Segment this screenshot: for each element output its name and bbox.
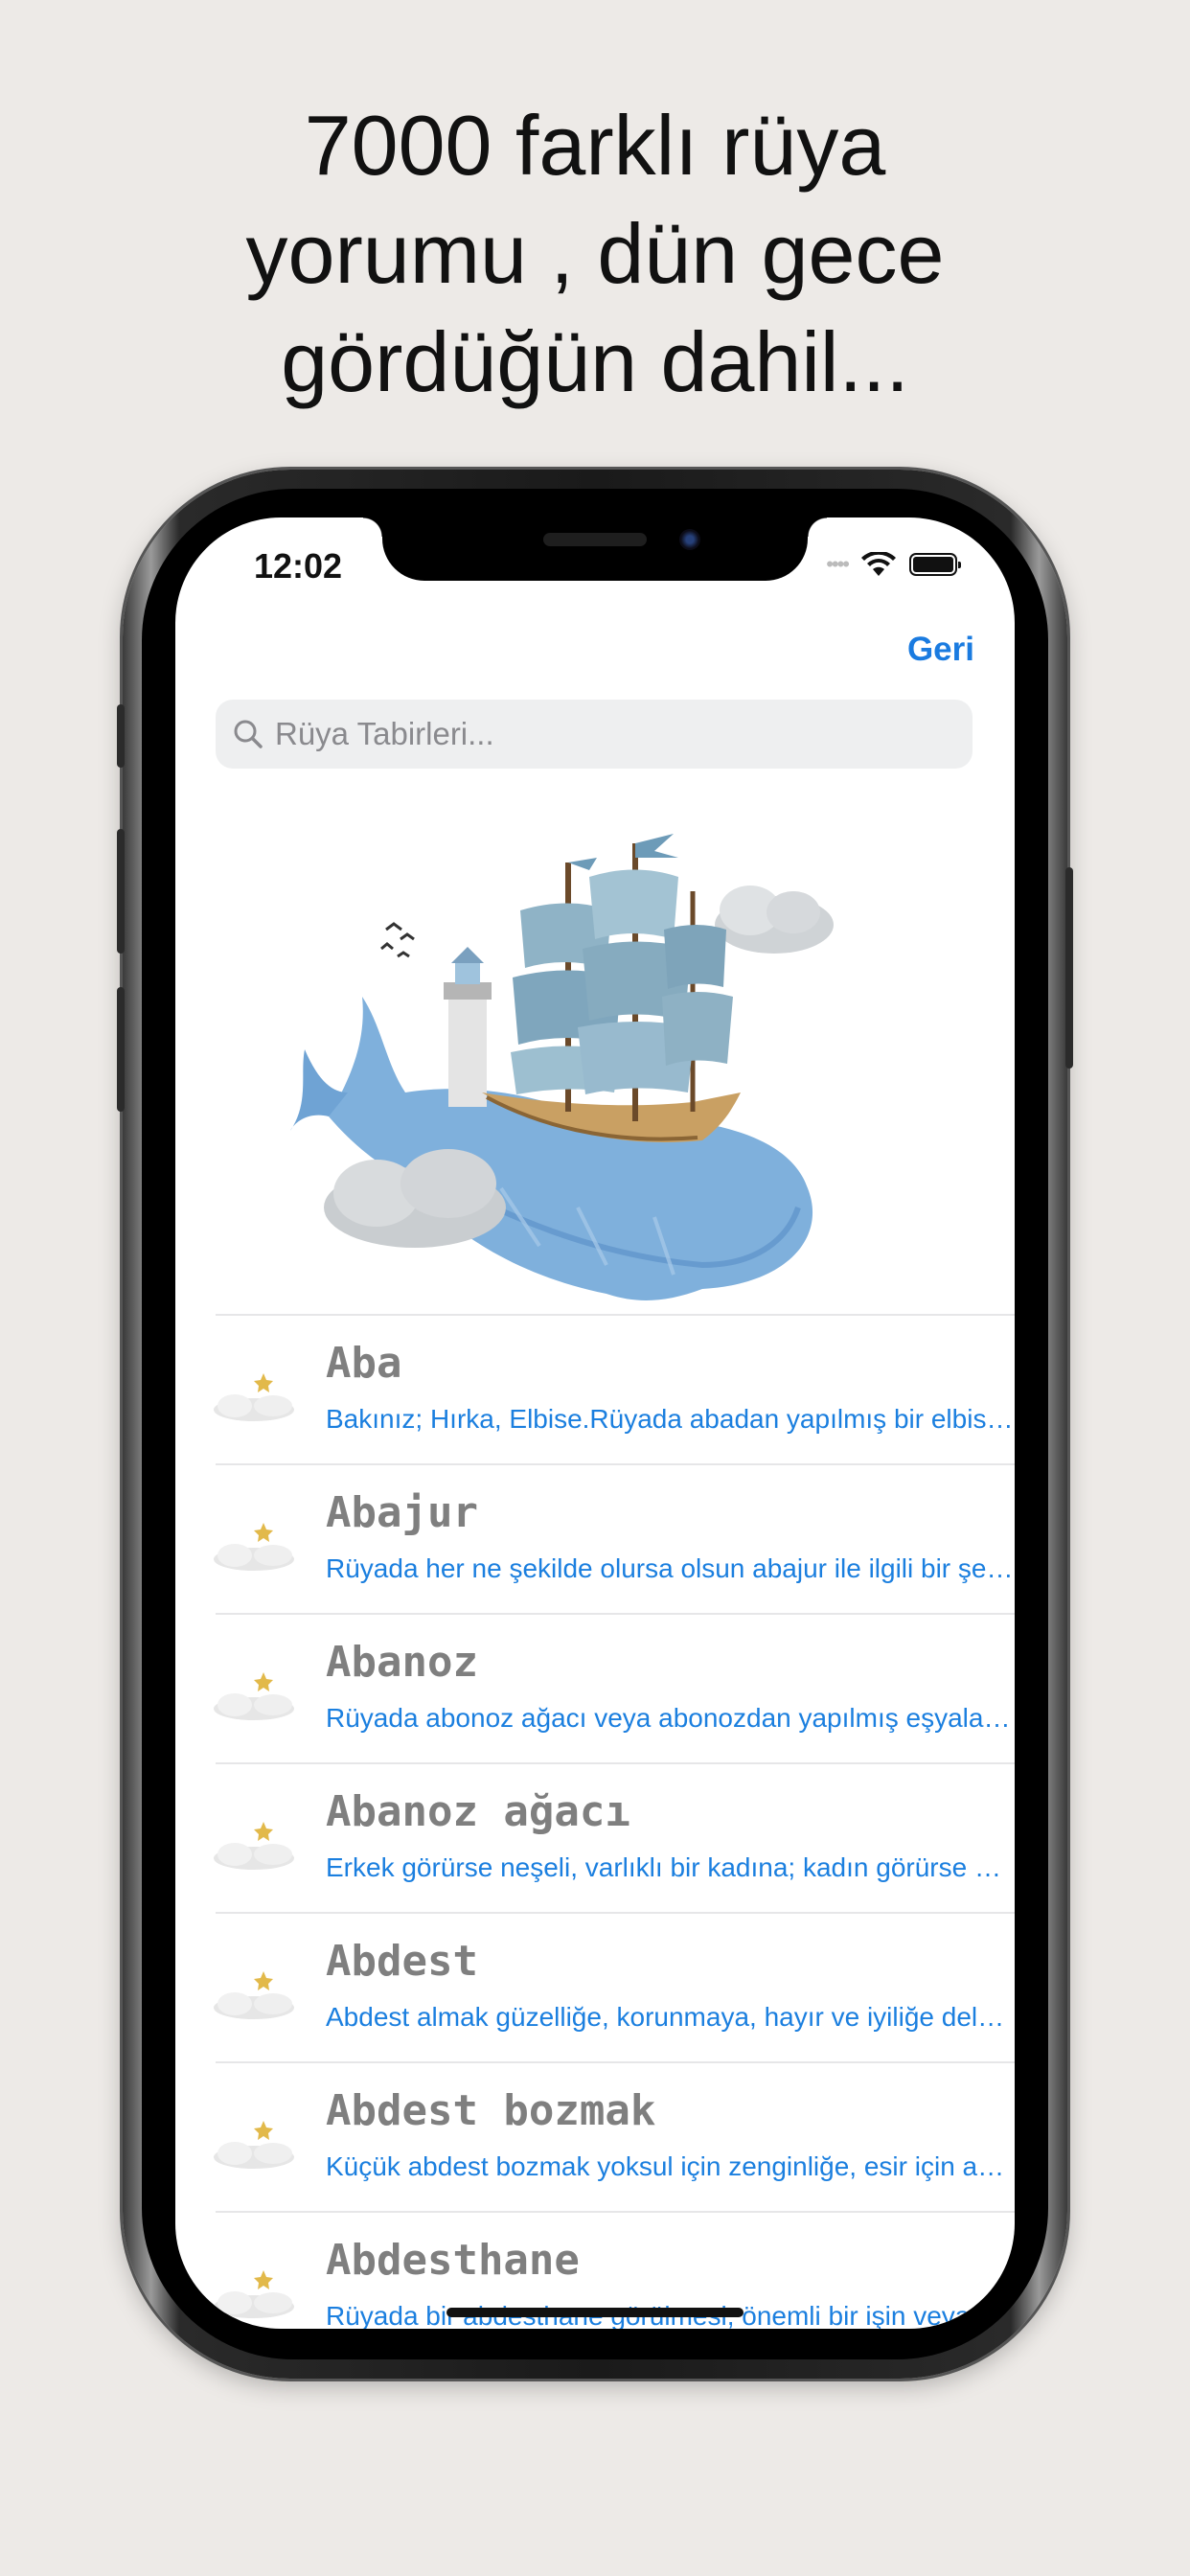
volume-down-button: [117, 987, 125, 1112]
whale-ship-illustration: [290, 832, 834, 1300]
entry-title: Abajur: [326, 1488, 478, 1537]
crescent-moon-cloud-icon: [214, 1364, 294, 1421]
entry-title: Abanoz ağacı: [326, 1787, 630, 1836]
list-item[interactable]: Aba Bakınız; Hırka, Elbise.Rüyada abadan…: [214, 1314, 1015, 1463]
entry-title: Abdest: [326, 1937, 478, 1986]
status-icons: ••••: [826, 552, 961, 577]
dream-list: Aba Bakınız; Hırka, Elbise.Rüyada abadan…: [175, 1314, 1015, 2329]
crescent-moon-cloud-icon: [214, 1812, 294, 1870]
front-camera: [679, 529, 700, 550]
crescent-moon-cloud-icon: [214, 1513, 294, 1571]
entry-snippet: Bakınız; Hırka, Elbise.Rüyada abadan yap…: [326, 1404, 1014, 1434]
search-input[interactable]: [273, 715, 948, 753]
promo-headline: 7000 farklı rüya yorumu , dün gece gördü…: [0, 91, 1190, 416]
volume-up-button: [117, 829, 125, 954]
list-item[interactable]: Abanoz Rüyada abonoz ağacı veya abonozda…: [214, 1613, 1015, 1762]
signal-icon: ••••: [826, 552, 850, 576]
crescent-moon-cloud-icon: [214, 1663, 294, 1720]
list-item[interactable]: Abajur Rüyada her ne şekilde olursa olsu…: [214, 1463, 1015, 1613]
power-button: [1065, 867, 1073, 1069]
entry-title: Aba: [326, 1339, 402, 1388]
list-item[interactable]: Abdest bozmak Küçük abdest bozmak yoksul…: [214, 2061, 1015, 2211]
speaker-grille: [543, 533, 647, 546]
back-button[interactable]: Geri: [907, 631, 974, 669]
list-item[interactable]: Abdest Abdest almak güzelliğe, korunmaya…: [214, 1912, 1015, 2061]
status-time: 12:02: [254, 546, 343, 586]
entry-snippet: Abdest almak güzelliğe, korunmaya, hayır…: [326, 2002, 1014, 2032]
battery-icon: [909, 553, 961, 576]
entry-snippet: Rüyada abonoz ağacı veya abonozdan yapıl…: [326, 1703, 1014, 1733]
crescent-moon-cloud-icon: [214, 2261, 294, 2318]
wifi-icon: [861, 552, 896, 576]
app-screen: 12:02 •••• Geri Rüya Tabirleri... Aba Ba…: [175, 518, 1015, 2329]
entry-snippet: Rüyada her ne şekilde olursa olsun abaju…: [326, 1553, 1014, 1583]
headline-line-3: gördüğün dahil...: [281, 314, 909, 409]
headline-line-2: yorumu , dün gece: [245, 206, 945, 301]
entry-snippet: Erkek görürse neşeli, varlıklı bir kadın…: [326, 1852, 1014, 1882]
search-bar[interactable]: [216, 700, 973, 769]
list-item[interactable]: Abanoz ağacı Erkek görürse neşeli, varlı…: [214, 1762, 1015, 1912]
crescent-moon-cloud-icon: [214, 2111, 294, 2169]
entry-title: Abdesthane: [326, 2236, 580, 2285]
entry-snippet: Küçük abdest bozmak yoksul için zenginli…: [326, 2151, 1014, 2181]
mute-switch: [117, 704, 125, 768]
notch: [363, 518, 827, 581]
search-icon: [234, 720, 263, 748]
headline-line-1: 7000 farklı rüya: [304, 98, 886, 193]
crescent-moon-cloud-icon: [214, 1962, 294, 2019]
home-indicator[interactable]: [446, 2308, 744, 2317]
entry-title: Abanoz: [326, 1638, 478, 1687]
entry-title: Abdest bozmak: [326, 2086, 656, 2135]
